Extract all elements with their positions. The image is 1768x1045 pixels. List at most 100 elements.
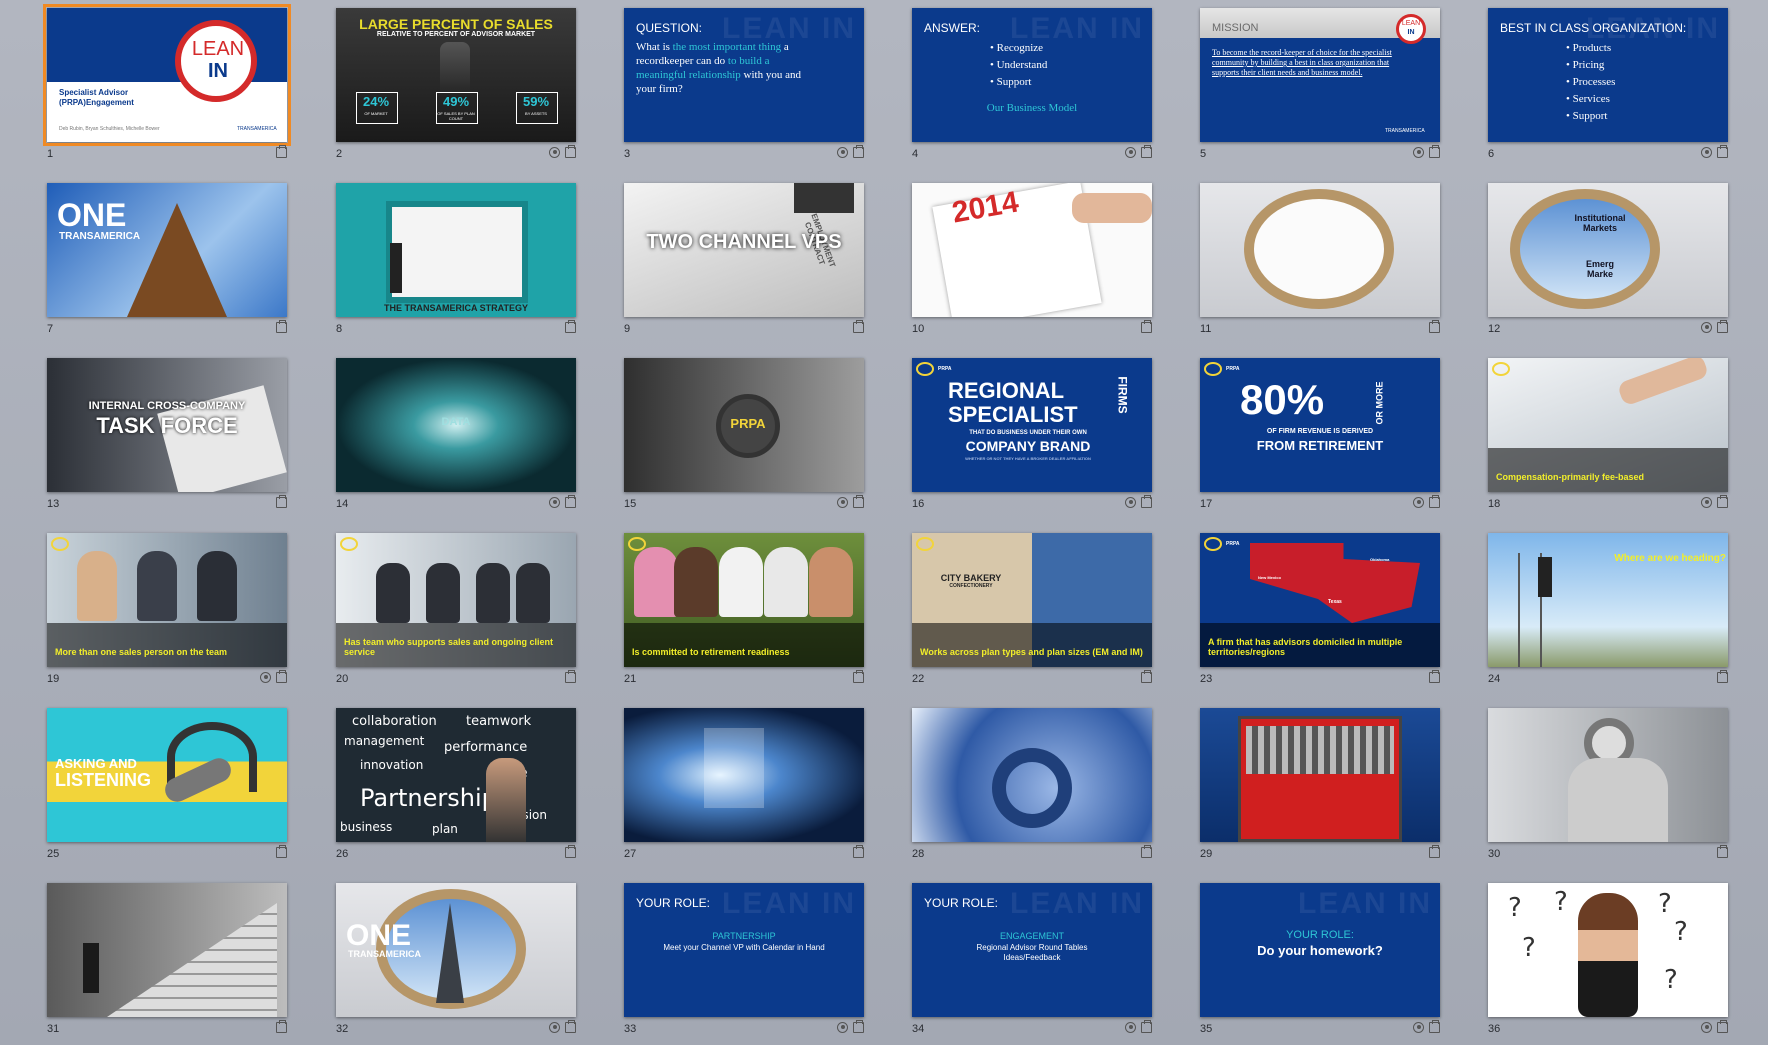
slide-number: 20 [336, 673, 349, 685]
slide-cell[interactable]: LEAN INBEST IN CLASS ORGANIZATION:Produc… [1488, 8, 1728, 166]
slide-thumbnail-36[interactable]: ?????? [1488, 883, 1728, 1017]
slide-cell[interactable]: LEAN INANSWER:RecognizeUnderstandSupport… [912, 8, 1152, 166]
slide-thumbnail-16[interactable]: REGIONAL SPECIALIST FIRMS THAT DO BUSINESS … [912, 358, 1152, 492]
slide-number: 19 [47, 673, 60, 685]
slide-thumbnail-11[interactable] [1200, 183, 1440, 317]
slide-cell[interactable]: 29 [1200, 708, 1440, 866]
slide-cell[interactable]: Is committed to retirement readiness 21 [624, 533, 864, 691]
slide-thumbnail-12[interactable]: Institutional Markets Emerg Marke [1488, 183, 1728, 317]
prpa-tag-icon [1204, 362, 1222, 376]
stat-value-1: 24% [362, 94, 390, 109]
slide-thumbnail-28[interactable] [912, 708, 1152, 842]
slide-cell[interactable]: REGIONAL SPECIALIST FIRMS THAT DO BUSINESS … [912, 358, 1152, 516]
tools [1246, 726, 1394, 774]
slide-cell[interactable]: 80% OR MORE OF FIRM REVENUE IS DERIVED FROM… [1200, 358, 1440, 516]
slide-cell[interactable]: PRPA 15 [624, 358, 864, 516]
slide-cell[interactable]: THE TRANSAMERICA STRATEGY 8 [336, 183, 576, 341]
slide-thumbnail-21[interactable]: Is committed to retirement readiness [624, 533, 864, 667]
slide-thumbnail-30[interactable] [1488, 708, 1728, 842]
slide-thumbnail-17[interactable]: 80% OR MORE OF FIRM REVENUE IS DERIVED FROM… [1200, 358, 1440, 492]
slide-thumbnail-1[interactable]: LEAN IN Specialist Advisor (PRPA)Engagement… [43, 4, 291, 146]
stat-label-1: OF MARKET [364, 111, 388, 116]
slide-thumbnail-5[interactable]: MISSION LEAN IN To become the record-keeper… [1200, 8, 1440, 142]
slide-cell[interactable]: LEAN IN YOUR ROLE: PARTNERSHIP Meet your Ch… [624, 883, 864, 1041]
slide-thumbnail-31[interactable] [47, 883, 287, 1017]
animation-icon [549, 497, 560, 508]
business-model-label: Our Business Model [986, 102, 1078, 114]
mirror-label-2: Markets [1582, 223, 1618, 233]
slide-thumbnail-4[interactable]: LEAN INANSWER:RecognizeUnderstandSupport… [912, 8, 1152, 142]
slide-cell[interactable]: Compensation-primarily fee-based 18 [1488, 358, 1728, 516]
slide-thumbnail-19[interactable]: More than one sales person on the team [47, 533, 287, 667]
slide-cell[interactable]: 2014 10 [912, 183, 1152, 341]
slide-cell[interactable]: 31 [47, 883, 287, 1041]
slide-number: 27 [624, 848, 637, 860]
slide-cell[interactable]: Has team who supports sales and ongoing … [336, 533, 576, 691]
best-in-class-heading: BEST IN CLASS ORGANIZATION: [1500, 21, 1687, 35]
slide-cell[interactable]: LEAN IN QUESTION: What is the most importa… [624, 8, 864, 166]
slide-cell[interactable]: MISSION LEAN IN To become the record-keeper… [1200, 8, 1440, 166]
slide-thumbnail-26[interactable]: collaboration teamwork management performan… [336, 708, 576, 842]
slide-thumbnail-22[interactable]: CITY BAKERY CONFECTIONERY Works across pla… [912, 533, 1152, 667]
slide-thumbnail-15[interactable]: PRPA [624, 358, 864, 492]
pyramid-building [436, 903, 464, 1003]
slide-thumbnail-20[interactable]: Has team who supports sales and ongoing … [336, 533, 576, 667]
animation-icon [1701, 147, 1712, 158]
slide-thumbnail-6[interactable]: LEAN INBEST IN CLASS ORGANIZATION:Produc… [1488, 8, 1728, 142]
slide-thumbnail-13[interactable]: INTERNAL CROSS-COMPANY TASK FORCE [47, 358, 287, 492]
slide-thumbnail-24[interactable]: Where are we heading? [1488, 533, 1728, 667]
slide-thumbnail-33[interactable]: LEAN IN YOUR ROLE: PARTNERSHIP Meet your Ch… [624, 883, 864, 1017]
slide-cell[interactable]: EMPLOYMENT CONTRACT TWO CHANNEL VPS 9 [624, 183, 864, 341]
family-2 [674, 547, 718, 617]
prpa-tag-icon [916, 362, 934, 376]
slide-cell[interactable]: ONE TRANSAMERICA 7 [47, 183, 287, 341]
slide-cell[interactable]: ONE TRANSAMERICA 32 [336, 883, 576, 1041]
slide-thumbnail-9[interactable]: EMPLOYMENT CONTRACT TWO CHANNEL VPS [624, 183, 864, 317]
slide-thumbnail-34[interactable]: LEAN IN YOUR ROLE: ENGAGEMENT Regional Advi… [912, 883, 1152, 1017]
slide-thumbnail-18[interactable]: Compensation-primarily fee-based [1488, 358, 1728, 492]
slide-cell[interactable]: ?????? 36 [1488, 883, 1728, 1041]
slide-cell[interactable]: 27 [624, 708, 864, 866]
task-force-line2: TASK FORCE [96, 413, 238, 438]
slide-thumbnail-8[interactable]: THE TRANSAMERICA STRATEGY [336, 183, 576, 317]
slide-cell[interactable]: 11 [1200, 183, 1440, 341]
chalk-word-w5: innovation [360, 758, 424, 772]
slide-cell[interactable]: New Mexico Oklahoma Texas PRPA A firm that h… [1200, 533, 1440, 691]
slide-cell[interactable]: collaboration teamwork management performan… [336, 708, 576, 866]
slide-cell[interactable]: INTERNAL CROSS-COMPANY TASK FORCE 13 [47, 358, 287, 516]
slide-cell[interactable]: CITY BAKERY CONFECTIONERY Works across pla… [912, 533, 1152, 691]
slide-thumbnail-23[interactable]: New Mexico Oklahoma Texas PRPA A firm that h… [1200, 533, 1440, 667]
your-role-heading: YOUR ROLE: [924, 896, 999, 910]
slide-icons [565, 320, 576, 333]
slide-cell[interactable]: More than one sales person on the team 19 [47, 533, 287, 691]
caption-band [912, 623, 1152, 667]
slide-cell[interactable]: 28 [912, 708, 1152, 866]
slide-thumbnail-25[interactable]: ASKING AND LISTENING [47, 708, 287, 842]
slide-cell[interactable]: 30 [1488, 708, 1728, 866]
slide-thumbnail-2[interactable]: LARGE PERCENT OF SALES RELATIVE TO PERCEN… [336, 8, 576, 142]
slide-cell[interactable]: LARGE PERCENT OF SALES RELATIVE TO PERCEN… [336, 8, 576, 166]
slide-cell[interactable]: LEAN IN YOUR ROLE: Do your homework? 35 [1200, 883, 1440, 1041]
slide-thumbnail-27[interactable] [624, 708, 864, 842]
slide-number: 14 [336, 498, 349, 510]
slide-cell[interactable]: LEAN IN YOUR ROLE: ENGAGEMENT Regional Advi… [912, 883, 1152, 1041]
slide-number: 32 [336, 1023, 349, 1035]
slide-thumbnail-10[interactable]: 2014 [912, 183, 1152, 317]
slide-thumbnail-7[interactable]: ONE TRANSAMERICA [47, 183, 287, 317]
slide-thumbnail-29[interactable] [1200, 708, 1440, 842]
slide-thumbnail-14[interactable]: DATA [336, 358, 576, 492]
slide-cell[interactable]: Institutional Markets Emerg Marke 12 [1488, 183, 1728, 341]
slide-thumbnail-35[interactable]: LEAN IN YOUR ROLE: Do your homework? [1200, 883, 1440, 1017]
slide-thumbnail-3[interactable]: LEAN IN QUESTION: What is the most importa… [624, 8, 864, 142]
slide-cell[interactable]: LEAN IN Specialist Advisor (PRPA)Engagement… [43, 4, 291, 166]
slide-cell[interactable]: DATA 14 [336, 358, 576, 516]
slide-thumbnail-32[interactable]: ONE TRANSAMERICA [336, 883, 576, 1017]
chalk-word-w7: Partnership [360, 784, 497, 812]
transition-icon [1717, 845, 1728, 858]
chalk-word-w4: performance [444, 740, 528, 755]
org-item: Products [1566, 40, 1615, 57]
slide-cell[interactable]: ASKING AND LISTENING 25 [47, 708, 287, 866]
search-tag-icon [51, 537, 69, 551]
slide-number: 28 [912, 848, 925, 860]
slide-cell[interactable]: Where are we heading? 24 [1488, 533, 1728, 691]
